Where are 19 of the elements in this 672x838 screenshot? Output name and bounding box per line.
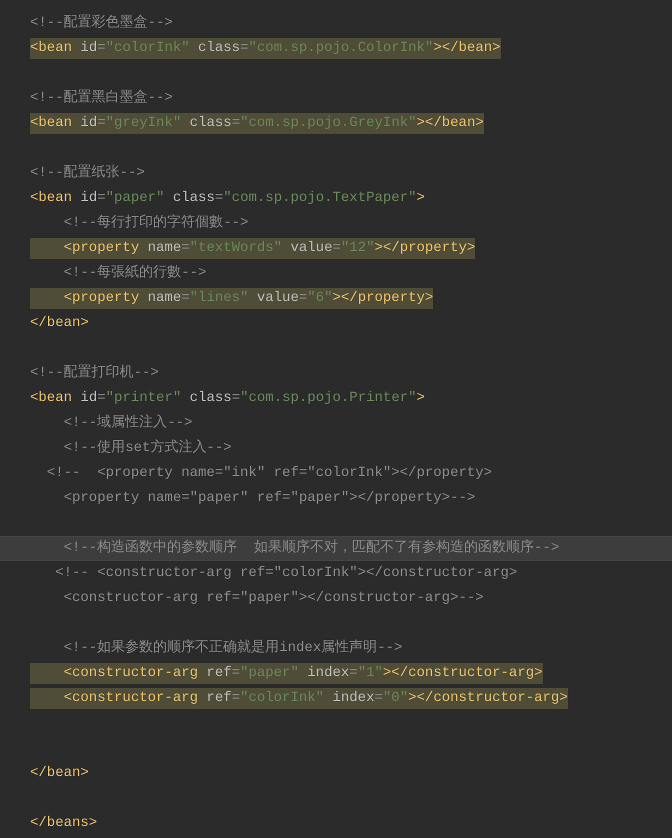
code-line: <!--如果参数的顺序不正确就是用index属性声明--> (62, 638, 402, 658)
code-line: <!-- <constructor-arg ref="colorInk"></constructor-arg> (54, 564, 518, 583)
code-line: <!--配置黑白墨盒--> (30, 88, 173, 108)
code-line: <bean id="printer" class="com.sp.pojo.Printer"> (30, 389, 425, 408)
code-line: <!--每張紙的行數--> (62, 264, 206, 283)
code-line: <!-- <property name="ink" ref="colorInk"></property> (46, 464, 492, 483)
code-line: <!--每行打印的字符個數--> (62, 213, 248, 233)
code-line: <!--配置彩色墨盒--> (30, 14, 173, 33)
code-line: <!--配置打印机--> (30, 364, 159, 383)
code-line: </bean> (30, 764, 89, 783)
code-line: <bean id="paper" class="com.sp.pojo.TextPaper"> (30, 189, 425, 208)
code-line: <!--使用set方式注入--> (62, 438, 232, 458)
code-line: <property name="paper" ref="paper"></property>--> (62, 489, 476, 508)
code-line: <!--配置纸张--> (30, 164, 145, 183)
code-line: <!--域属性注入--> (62, 413, 192, 433)
code-line: <constructor-arg ref="paper"></constructor-arg>--> (62, 589, 484, 608)
code-line: </bean> (30, 314, 89, 333)
code-line: <!--构造函数中的参数顺序 如果顺序不对，匹配不了有参构造的函数顺序--> (62, 538, 560, 558)
code-line: </beans> (30, 814, 98, 833)
